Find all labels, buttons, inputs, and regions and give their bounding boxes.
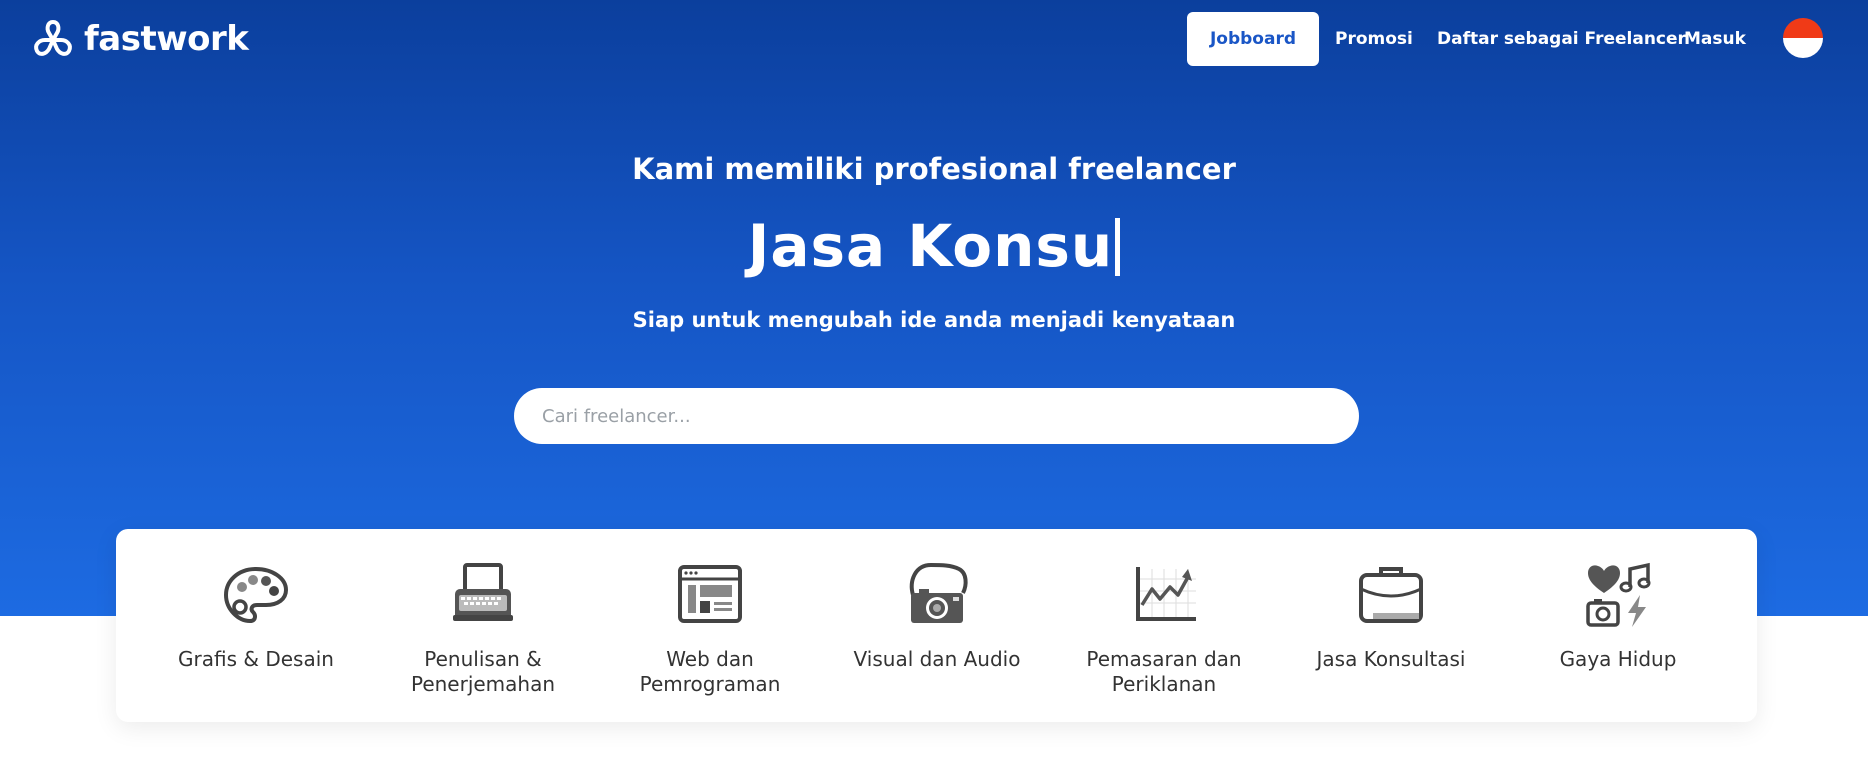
typing-text: Jasa Konsu: [747, 212, 1114, 280]
category-web[interactable]: Web dan Pemrograman: [610, 559, 810, 697]
categories-card: Grafis & Desain Penulisan & Penerjemahan…: [116, 529, 1757, 722]
category-label: Penulisan & Penerjemahan: [410, 647, 556, 696]
category-label: Jasa Konsultasi: [1316, 647, 1466, 671]
category-label: Grafis & Desain: [178, 647, 334, 671]
brand-name: fastwork: [84, 19, 249, 59]
category-label: Pemasaran dan Periklanan: [1086, 647, 1242, 696]
nav-promosi-link[interactable]: Promosi: [1335, 12, 1413, 66]
briefcase-icon: [1359, 567, 1423, 623]
camera-icon: [909, 562, 968, 623]
jobboard-button[interactable]: Jobboard: [1187, 12, 1319, 66]
hero-tagline: Siap untuk mengubah ide anda menjadi ken…: [632, 308, 1236, 332]
browser-window-icon: [678, 565, 742, 623]
hero-title: Jasa Konsu: [0, 212, 1868, 280]
logo[interactable]: fastwork: [30, 18, 249, 60]
fastwork-logo-icon: [34, 20, 72, 56]
category-grafis-desain[interactable]: Grafis & Desain: [156, 559, 356, 672]
category-label: Web dan Pemrograman: [639, 647, 781, 696]
category-penulisan[interactable]: Penulisan & Penerjemahan: [383, 559, 583, 697]
nav-login-link[interactable]: Masuk: [1684, 12, 1746, 66]
category-label: Gaya Hidup: [1559, 647, 1677, 671]
typing-cursor: [1115, 218, 1121, 276]
category-visual-audio[interactable]: Visual dan Audio: [837, 559, 1037, 672]
language-flag-icon[interactable]: [1783, 18, 1823, 58]
palette-icon: [223, 566, 289, 624]
category-label: Visual dan Audio: [853, 647, 1021, 671]
search-input[interactable]: [514, 388, 1359, 444]
hero-subtitle: Kami memiliki profesional freelancer: [632, 152, 1236, 186]
category-konsultasi[interactable]: Jasa Konsultasi: [1291, 559, 1491, 672]
chart-growth-icon: [1136, 567, 1196, 621]
category-gaya-hidup[interactable]: Gaya Hidup: [1518, 559, 1718, 672]
lifestyle-icon: [1586, 562, 1651, 627]
category-pemasaran[interactable]: Pemasaran dan Periklanan: [1064, 559, 1264, 697]
typewriter-icon: [453, 563, 513, 621]
nav-register-freelancer-link[interactable]: Daftar sebagai Freelancer: [1437, 12, 1686, 66]
hero-section: fastwork Jobboard Promosi Daftar sebagai…: [0, 0, 1868, 616]
